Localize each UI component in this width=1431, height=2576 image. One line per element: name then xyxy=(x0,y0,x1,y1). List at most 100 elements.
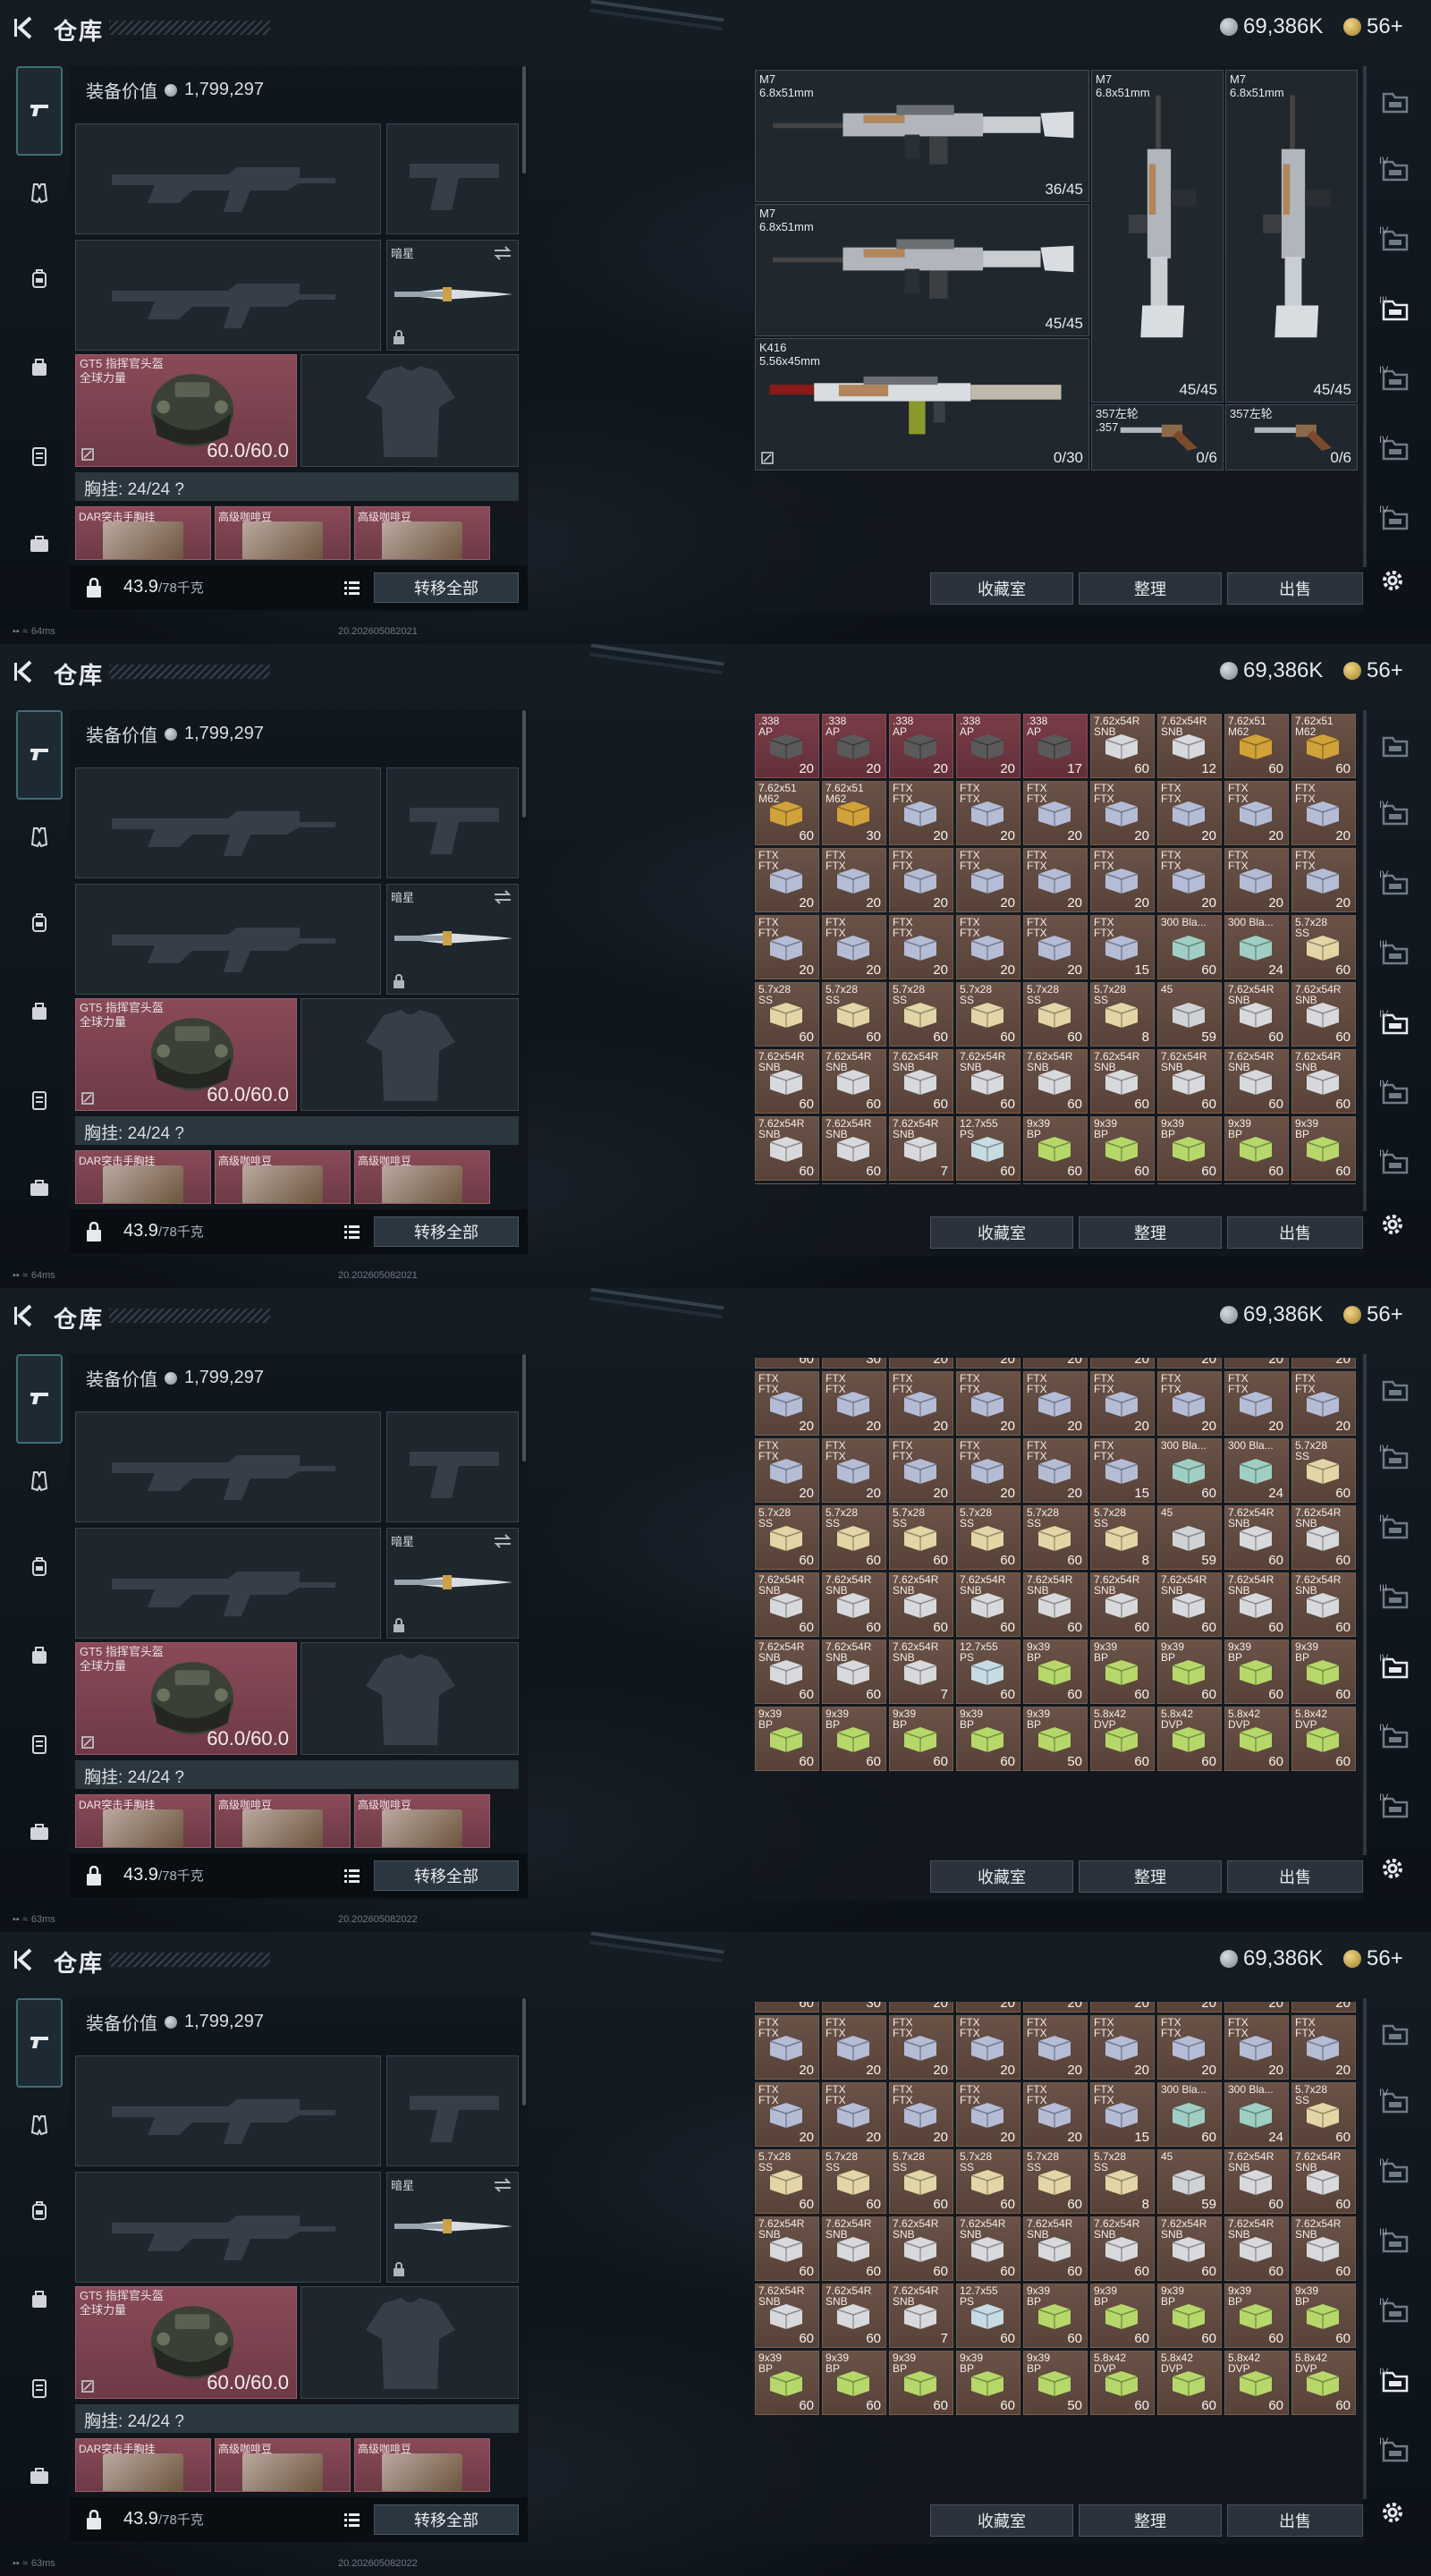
rail-chest-rig[interactable] xyxy=(16,902,63,948)
ammo-item[interactable]: 7.62x54R SNB 7 xyxy=(889,1640,953,1704)
ammo-item[interactable]: 45 59 xyxy=(1157,1505,1222,1570)
loadout-scrollbar[interactable] xyxy=(522,66,526,174)
rr-tab-weapons[interactable] xyxy=(1376,84,1415,123)
ammo-item[interactable]: 5.7x28 SS 60 xyxy=(822,982,886,1046)
ammo-item[interactable]: FTXFTX20 xyxy=(1090,781,1155,845)
ammo-item[interactable]: 9x39BP60 xyxy=(1157,2284,1222,2348)
ammo-item[interactable]: 5.7x28 SS 60 xyxy=(1291,915,1356,979)
ammo-item[interactable]: 7.62x54R SNB 60 xyxy=(1224,2216,1289,2281)
ammo-item[interactable]: 9x39BP60 xyxy=(1157,1116,1222,1181)
ammo-item[interactable]: FTXFTX20 xyxy=(1157,781,1222,845)
rig-item[interactable]: 高级咖啡豆 xyxy=(354,1150,490,1204)
ammo-item[interactable]: 5.8x42DVP60 xyxy=(1157,1183,1222,1184)
rr-tab-4[interactable]: III xyxy=(1376,936,1415,975)
ammo-item[interactable]: FTXFTX20 xyxy=(1291,2002,1356,2012)
ammo-item[interactable]: 9x39BP60 xyxy=(822,1183,886,1184)
ammo-item[interactable]: .338 AP 17 xyxy=(1023,714,1088,778)
ammo-item[interactable]: FTXFTX20 xyxy=(1224,781,1289,845)
sell-button[interactable]: 出售 xyxy=(1227,1216,1363,1249)
gold-currency[interactable]: 56+ xyxy=(1343,1946,1403,1971)
rail-weapon[interactable] xyxy=(16,1354,63,1444)
rig-item[interactable]: 高级咖啡豆 xyxy=(354,2438,490,2492)
rr-tab-2[interactable]: IV xyxy=(1376,2084,1415,2123)
ammo-item[interactable]: 7.62x54R SNB 60 xyxy=(1157,2216,1222,2281)
melee-slot[interactable]: 暗星 xyxy=(386,2172,519,2283)
ammo-item[interactable]: 7.62x54R SNB 60 xyxy=(755,1572,819,1637)
ammo-item[interactable]: 9x39BP60 xyxy=(1090,1116,1155,1181)
ammo-item[interactable]: 7.62x54R SNB 60 xyxy=(1157,1572,1222,1637)
ammo-item[interactable]: FTXFTX20 xyxy=(1023,1371,1088,1436)
ammo-item[interactable]: FTXFTX20 xyxy=(889,2082,953,2147)
ammo-item[interactable]: 5.8x42DVP60 xyxy=(1090,1183,1155,1184)
ammo-item[interactable]: FTXFTX20 xyxy=(1157,2002,1222,2012)
ammo-item[interactable]: FTXFTX20 xyxy=(1224,2015,1289,2080)
primary-weapon-slot[interactable] xyxy=(75,1411,381,1522)
ammo-item[interactable]: 5.8x42DVP60 xyxy=(1157,1707,1222,1771)
pistol-slot[interactable] xyxy=(386,123,519,234)
ammo-item[interactable]: FTX FTX 15 xyxy=(1090,915,1155,979)
ammo-item[interactable]: 5.7x28 SS 60 xyxy=(956,1505,1020,1570)
ammo-item[interactable]: FTXFTX20 xyxy=(755,1371,819,1436)
ammo-item[interactable]: FTXFTX20 xyxy=(1090,1358,1155,1368)
sell-button[interactable]: 出售 xyxy=(1227,2504,1363,2537)
list-view-button[interactable] xyxy=(338,574,365,601)
back-button[interactable] xyxy=(13,658,39,685)
ammo-item[interactable]: FTXFTX20 xyxy=(956,2082,1020,2147)
rail-armor-vest[interactable] xyxy=(16,2104,63,2150)
ammo-item[interactable]: FTXFTX20 xyxy=(1157,1358,1222,1368)
ammo-item[interactable]: 9x39BP60 xyxy=(1224,1116,1289,1181)
ammo-item[interactable]: 7.62x54R SNB 60 xyxy=(1023,1572,1088,1637)
ammo-item[interactable]: FTXFTX20 xyxy=(755,2082,819,2147)
helmet-slot[interactable]: GT5 指挥官头盔 全球力量 60.0/60.0 xyxy=(75,1642,297,1755)
ammo-item[interactable]: FTXFTX20 xyxy=(822,2082,886,2147)
ammo-item[interactable]: FTXFTX20 xyxy=(755,848,819,912)
ammo-item[interactable]: 9x39BP60 xyxy=(1291,2284,1356,2348)
ammo-item[interactable]: 9x39BP60 xyxy=(889,2351,953,2415)
ammo-item[interactable]: 5.7x28 SS 60 xyxy=(1291,2082,1356,2147)
ammo-item[interactable]: 7.62x51M6260 xyxy=(755,2002,819,2012)
rr-tab-5[interactable]: IV xyxy=(1376,2293,1415,2333)
ammo-item[interactable]: 7.62x54R SNB 60 xyxy=(822,1572,886,1637)
ammo-item[interactable]: 9x39BP60 xyxy=(1224,1640,1289,1704)
sell-button[interactable]: 出售 xyxy=(1227,1860,1363,1893)
ammo-item[interactable]: 9x39BP50 xyxy=(1023,1183,1088,1184)
ammo-item[interactable]: 5.8x42DVP60 xyxy=(1157,2351,1222,2415)
ammo-item[interactable]: 7.62x54R SNB 7 xyxy=(889,2284,953,2348)
ammo-item[interactable]: FTXFTX20 xyxy=(889,915,953,979)
ammo-item[interactable]: 7.62x54R SNB 60 xyxy=(1291,1049,1356,1114)
rr-tab-5[interactable]: IV xyxy=(1376,1649,1415,1689)
weight-lock-icon[interactable] xyxy=(86,577,102,597)
ammo-item[interactable]: 7.62x54R SNB 60 xyxy=(755,1116,819,1181)
rr-tab-3[interactable]: IV xyxy=(1376,1510,1415,1549)
storage-scrollbar[interactable] xyxy=(1363,1998,1367,2499)
ammo-item[interactable]: FTXFTX20 xyxy=(1291,781,1356,845)
swap-icon[interactable] xyxy=(493,2178,512,2192)
ammo-item[interactable]: FTXFTX20 xyxy=(1157,1371,1222,1436)
ammo-item[interactable]: FTXFTX20 xyxy=(956,915,1020,979)
melee-slot[interactable]: 暗星 xyxy=(386,884,519,995)
ammo-item[interactable]: FTX FTX 15 xyxy=(1090,1438,1155,1503)
ammo-item[interactable]: 9x39BP60 xyxy=(956,1707,1020,1771)
ammo-item[interactable]: 5.7x28 SS 60 xyxy=(1023,1505,1088,1570)
rr-tab-7[interactable]: IV xyxy=(1376,1789,1415,1828)
ammo-item[interactable]: 7.62x54R SNB 60 xyxy=(755,1640,819,1704)
weapon-item[interactable]: 357左轮 .357 0/6 xyxy=(1091,404,1224,470)
ammo-item[interactable]: FTXFTX20 xyxy=(956,848,1020,912)
ammo-item[interactable]: .338 AP 20 xyxy=(822,714,886,778)
ammo-item[interactable]: 9x39BP60 xyxy=(1090,2284,1155,2348)
rail-armor-vest[interactable] xyxy=(16,816,63,862)
collection-room-button[interactable]: 收藏室 xyxy=(930,2504,1073,2537)
settings-button[interactable] xyxy=(1379,1855,1406,1882)
ammo-item[interactable]: FTXFTX20 xyxy=(956,2015,1020,2080)
ammo-item[interactable]: 7.62x54R SNB 60 xyxy=(1291,1572,1356,1637)
ammo-item[interactable]: 9x39BP60 xyxy=(889,1183,953,1184)
ammo-item[interactable]: 7.62x54R SNB 60 xyxy=(755,1049,819,1114)
rr-tab-weapons[interactable] xyxy=(1376,728,1415,767)
silver-currency[interactable]: 69,386K xyxy=(1220,14,1323,39)
ammo-item[interactable]: 5.7x28 SS 60 xyxy=(889,2149,953,2214)
loadout-scrollbar[interactable] xyxy=(522,1998,526,2106)
ammo-item[interactable]: FTXFTX20 xyxy=(956,781,1020,845)
rr-tab-4[interactable]: III xyxy=(1376,2224,1415,2263)
ammo-item[interactable]: FTXFTX20 xyxy=(1224,2002,1289,2012)
ammo-item[interactable]: 7.62x54R SNB 60 xyxy=(755,2216,819,2281)
